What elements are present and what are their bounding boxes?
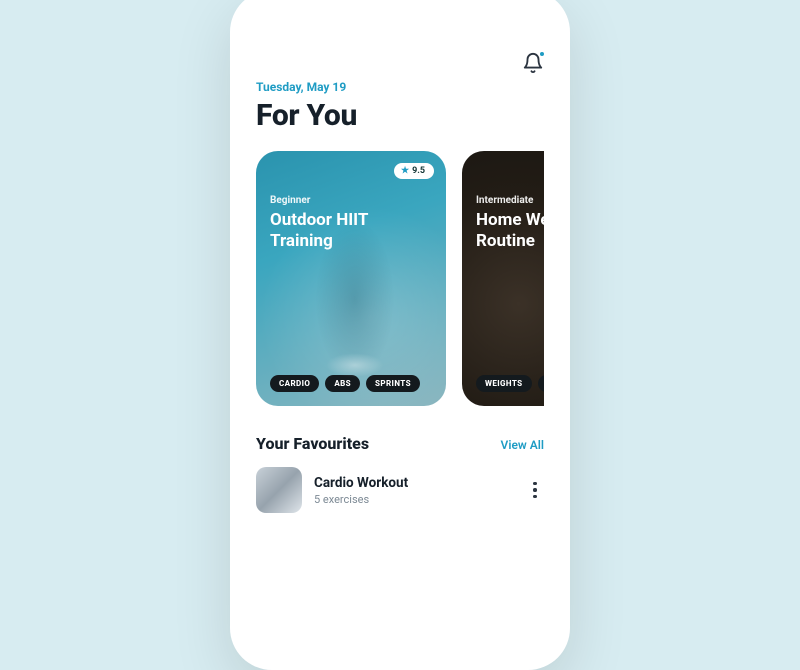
card-tags: CARDIO ABS SPRINTS	[270, 375, 432, 392]
favourites-title: Your Favourites	[256, 434, 369, 453]
card-level: Beginner	[270, 195, 432, 206]
dot-icon	[533, 495, 537, 499]
top-bar	[256, 52, 544, 74]
card-tags: WEIGHTS HOME LE	[476, 375, 544, 392]
card-title: Home Weight Routine	[476, 210, 544, 253]
notifications-button[interactable]	[522, 52, 544, 74]
more-options-button[interactable]	[526, 482, 544, 499]
home-screen: Tuesday, May 19 For You ★ 9.5 Beginner O…	[230, 0, 570, 513]
workout-card-weights[interactable]: Intermediate Home Weight Routine WEIGHTS…	[462, 151, 544, 406]
favourite-subtitle: 5 exercises	[314, 493, 514, 506]
view-all-link[interactable]: View All	[501, 438, 544, 452]
card-level: Intermediate	[476, 195, 544, 206]
current-date: Tuesday, May 19	[256, 80, 544, 94]
workout-card-hiit[interactable]: ★ 9.5 Beginner Outdoor HIIT Training CAR…	[256, 151, 446, 406]
favourite-thumbnail	[256, 467, 302, 513]
notification-dot-icon	[538, 50, 546, 58]
tag[interactable]: WEIGHTS	[476, 375, 532, 392]
workout-cards-carousel[interactable]: ★ 9.5 Beginner Outdoor HIIT Training CAR…	[256, 151, 544, 406]
favourite-name: Cardio Workout	[314, 475, 514, 491]
tag[interactable]: SPRINTS	[366, 375, 420, 392]
card-title: Outdoor HIIT Training	[270, 210, 410, 253]
favourite-text: Cardio Workout 5 exercises	[314, 475, 514, 506]
rating-value: 9.5	[412, 166, 425, 176]
favourites-header: Your Favourites View All	[256, 434, 544, 453]
rating-badge: ★ 9.5	[394, 163, 434, 179]
tag[interactable]: CARDIO	[270, 375, 319, 392]
star-icon: ★	[401, 166, 409, 176]
page-title: For You	[256, 98, 544, 133]
tag[interactable]: HOME	[538, 375, 544, 392]
favourite-item[interactable]: Cardio Workout 5 exercises	[256, 467, 544, 513]
phone-frame: Tuesday, May 19 For You ★ 9.5 Beginner O…	[230, 0, 570, 670]
tag[interactable]: ABS	[325, 375, 360, 392]
dot-icon	[533, 482, 537, 486]
dot-icon	[533, 488, 537, 492]
